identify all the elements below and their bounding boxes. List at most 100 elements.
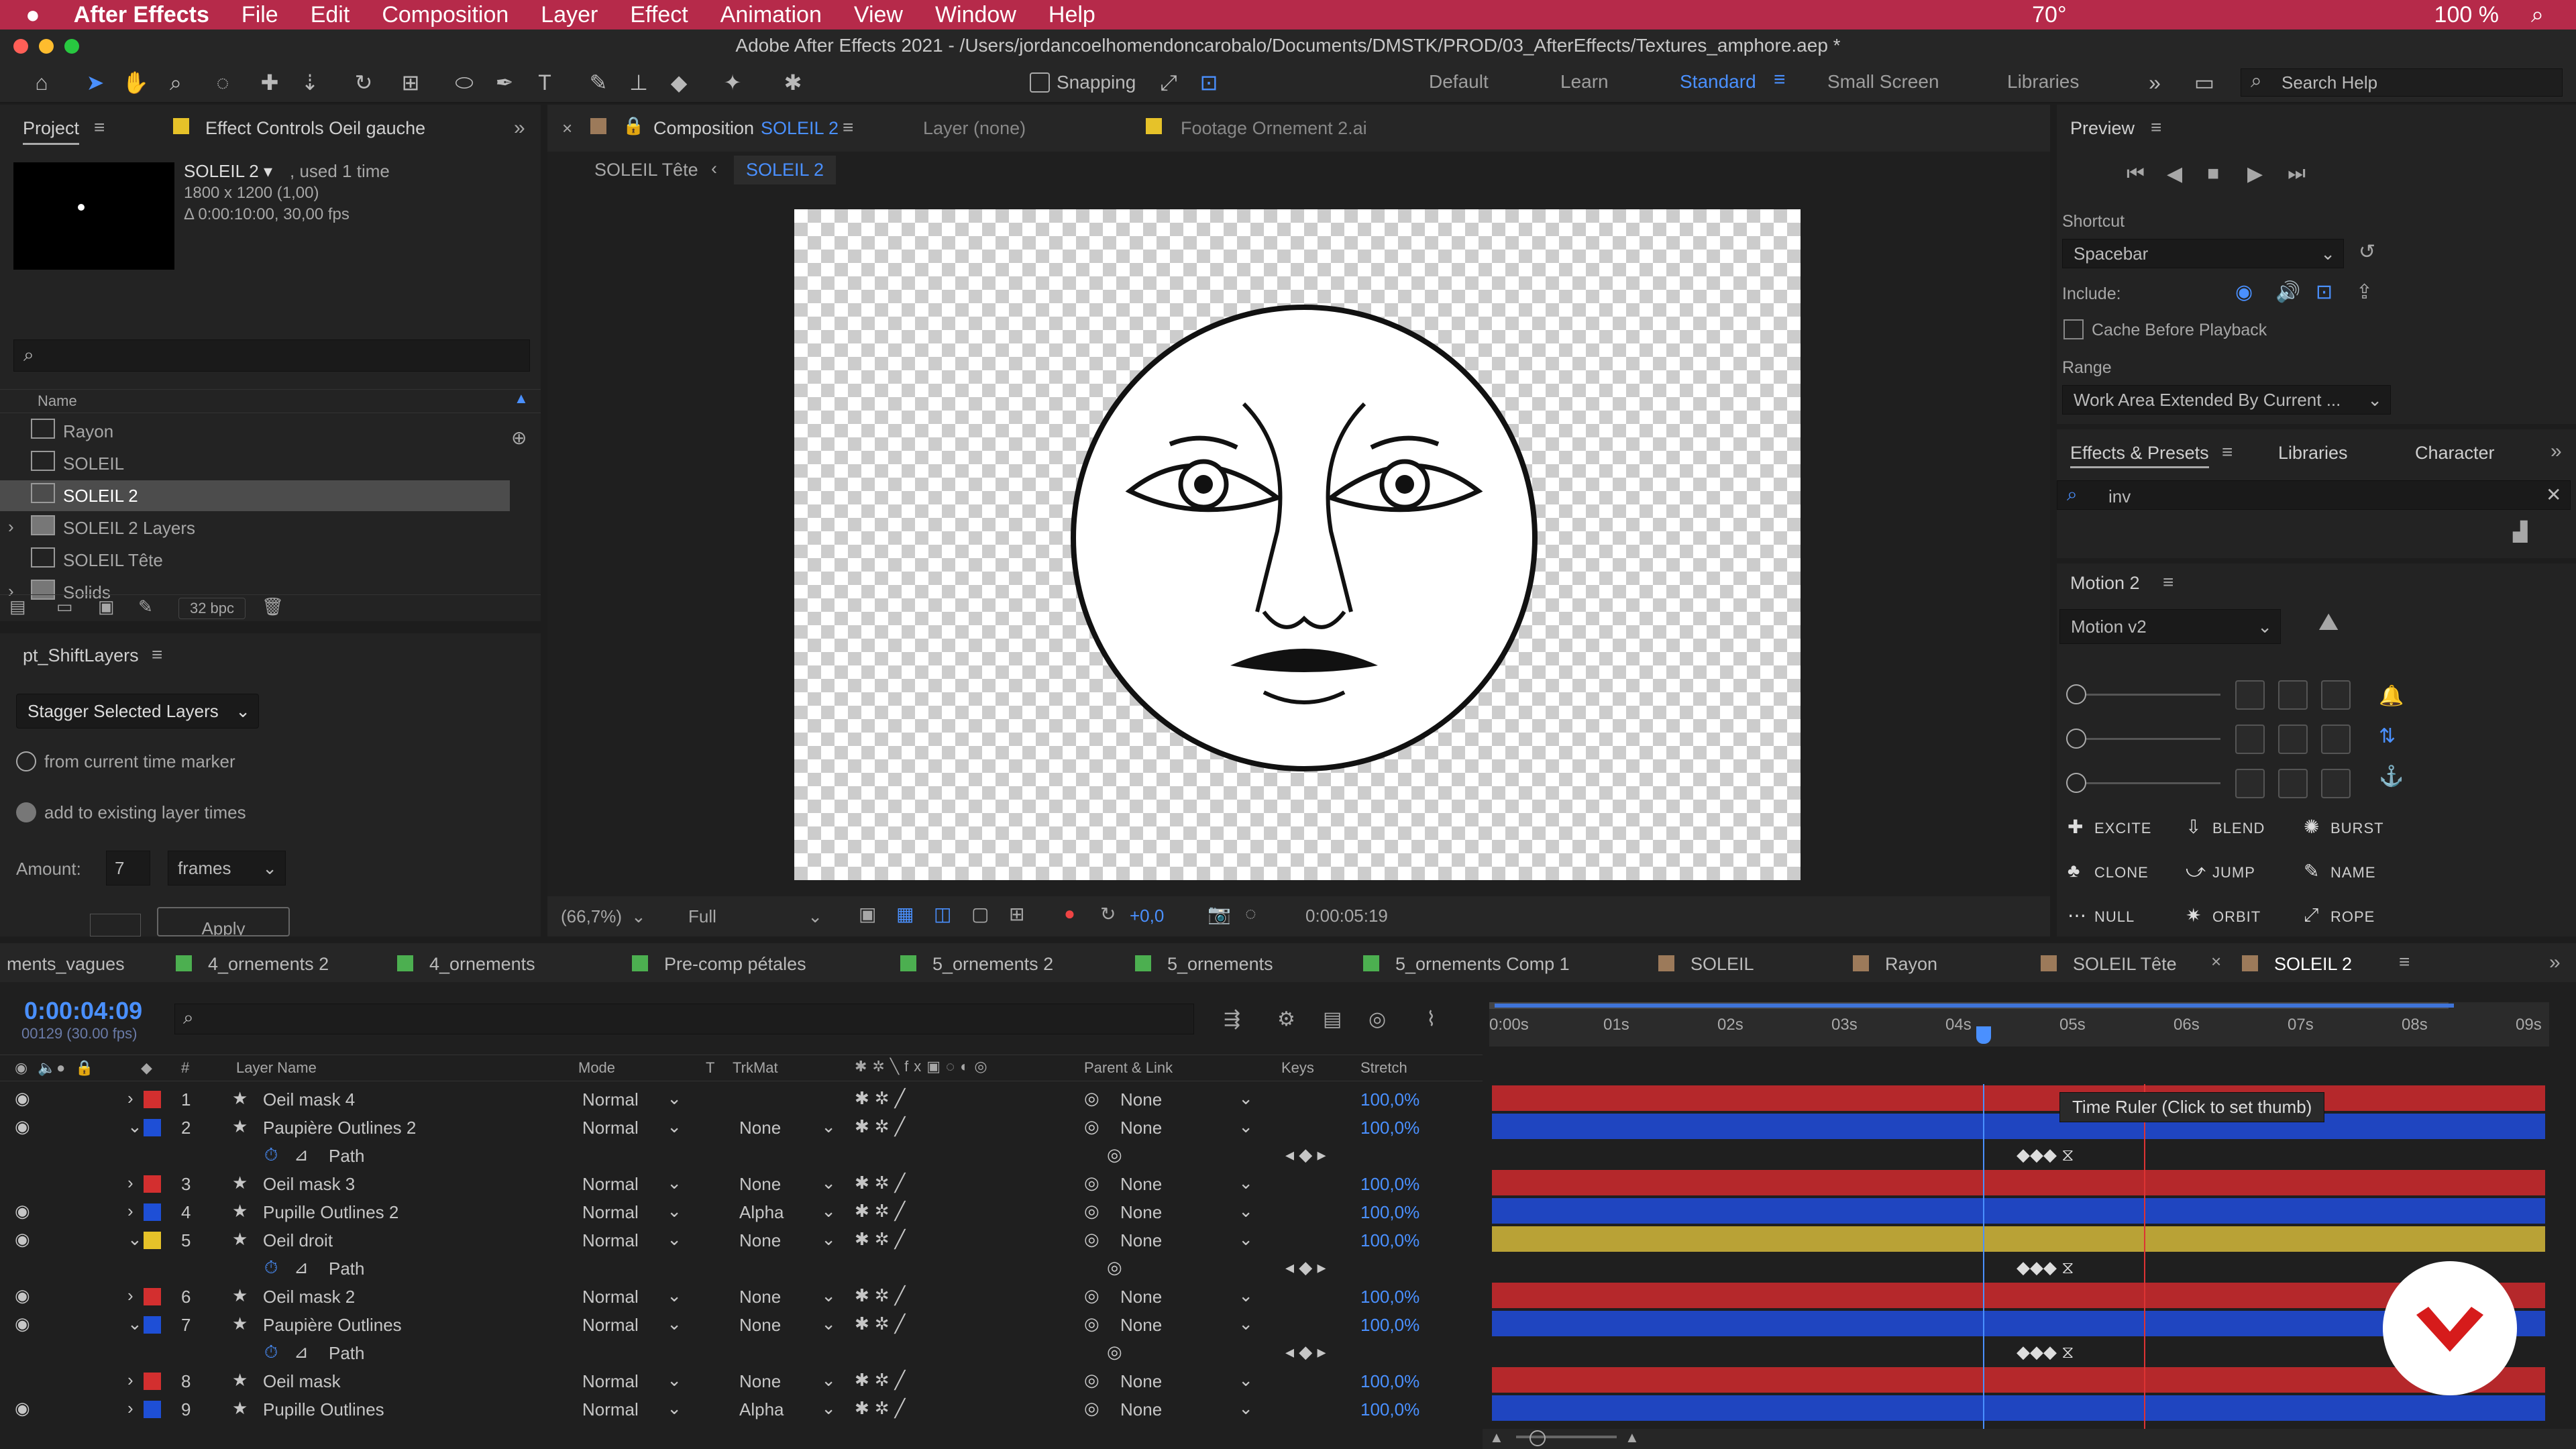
tab-5_ornements-2[interactable]: 5_ornements 2	[932, 954, 1053, 975]
burst-button[interactable]: BURST	[2330, 820, 2384, 837]
trash-icon[interactable]: 🗑	[262, 596, 284, 617]
blend-mode-select[interactable]: Normal ⌄	[578, 1312, 686, 1335]
switches-icons[interactable]: ✱✲╱	[855, 1201, 910, 1222]
video-icon[interactable]: ◉	[2235, 280, 2253, 304]
swap-icon[interactable]: ⇅	[2379, 724, 2396, 748]
tab-layer[interactable]: Layer (none)	[923, 118, 1026, 139]
project-item[interactable]: SOLEIL	[0, 448, 510, 479]
next-frame-icon[interactable]: ▶	[2247, 162, 2263, 186]
camera-icon[interactable]: 📷	[1208, 903, 1231, 925]
adjust-icon[interactable]: ✎	[138, 596, 153, 617]
workspace-standard[interactable]: Standard	[1680, 71, 1756, 93]
label-icon[interactable]: ◆	[141, 1059, 152, 1077]
trkmat-select[interactable]: Alpha ⌄	[733, 1397, 840, 1419]
grid-icon[interactable]: ⊞	[1009, 903, 1024, 925]
tab-soleil-tête[interactable]: SOLEIL Tête	[2073, 954, 2177, 975]
switches-icons[interactable]: ✱✲╱	[855, 1173, 910, 1193]
keyframe-nav[interactable]: ◂ ◆ ▸	[1285, 1144, 1326, 1165]
eye-icon[interactable]: ◉	[15, 1229, 30, 1250]
radio-existing-times[interactable]	[16, 802, 36, 822]
parent-select[interactable]: None ⌄	[1116, 1312, 1257, 1335]
show-snapshot-icon[interactable]: ◌	[1245, 903, 1256, 924]
comp-timecode[interactable]: 0:00:05:19	[1305, 906, 1388, 926]
chevron-right-icon[interactable]: »	[2140, 68, 2169, 97]
dolly-tool-icon[interactable]: ⇣	[295, 68, 325, 97]
parent-select[interactable]: None ⌄	[1116, 1368, 1257, 1391]
stretch-value[interactable]: 100,0%	[1360, 1089, 1419, 1110]
blend-mode-select[interactable]: Normal ⌄	[578, 1087, 686, 1110]
motion-slider-knob[interactable]	[2066, 729, 2086, 749]
new-folder-icon[interactable]: ▭	[56, 596, 73, 617]
blend-mode-select[interactable]: Normal ⌄	[578, 1228, 686, 1250]
chevron-right-icon[interactable]: »	[2551, 440, 2562, 463]
keyframe-markers[interactable]: ◆◆◆ ⧖	[2017, 1257, 2074, 1279]
layer-duration-bar[interactable]	[1492, 1114, 2545, 1139]
trkmat-select[interactable]: None ⌄	[733, 1115, 840, 1138]
pick-whip-icon[interactable]: ◎	[1084, 1370, 1099, 1391]
close-tab-icon[interactable]: ×	[562, 118, 572, 139]
chevron-right-icon[interactable]: ›	[127, 1173, 133, 1193]
lock-icon[interactable]: 🔒	[623, 115, 644, 136]
zoom-window-button[interactable]	[64, 39, 79, 54]
reset-icon[interactable]: ↺	[2359, 240, 2375, 264]
layer-name[interactable]: Oeil mask 4	[263, 1089, 355, 1110]
menu-view[interactable]: View	[854, 2, 903, 28]
layer-name[interactable]: Oeil droit	[263, 1230, 333, 1251]
tab-soleil[interactable]: SOLEIL	[1690, 954, 1754, 975]
lock-icon[interactable]: 🔒	[75, 1059, 93, 1077]
snap-box-icon[interactable]: ⊡	[1194, 68, 1224, 97]
graph-icon[interactable]: ⛰	[2318, 608, 2339, 637]
tab-libraries[interactable]: Libraries	[2278, 443, 2348, 464]
jump-button[interactable]: JUMP	[2212, 864, 2255, 881]
layer-name[interactable]: Oeil mask 3	[263, 1174, 355, 1195]
switches-icons[interactable]: ✱✲╱	[855, 1370, 910, 1391]
eye-icon[interactable]: ◉	[15, 1116, 30, 1137]
chevron-right-icon[interactable]: ›	[127, 1201, 133, 1222]
type-tool-icon[interactable]: T	[530, 68, 559, 97]
layer-row[interactable]: › 8 ★ Oeil mask Normal ⌄ None ⌄ ✱✲╱ ◎ None ⌄ 100,0%	[0, 1366, 2576, 1394]
parent-select[interactable]: None ⌄	[1116, 1284, 1257, 1307]
tab-character[interactable]: Character	[2415, 443, 2495, 464]
trkmat-select[interactable]: None ⌄	[733, 1368, 840, 1391]
chevron-down-icon[interactable]: ⌄	[127, 1229, 142, 1250]
layer-duration-bar[interactable]	[1492, 1170, 2545, 1195]
selection-tool-icon[interactable]: ➤	[80, 68, 110, 97]
stretch-value[interactable]: 100,0%	[1360, 1371, 1419, 1392]
eye-icon[interactable]: ◉	[15, 1313, 30, 1334]
anchor-grid-button[interactable]	[2278, 724, 2308, 754]
layer-name[interactable]: Oeil mask	[263, 1371, 341, 1392]
layer-duration-bar[interactable]	[1492, 1226, 2545, 1252]
chevron-right-icon[interactable]: ›	[127, 1398, 133, 1419]
shortcut-select[interactable]: Spacebar ⌄	[2062, 239, 2344, 268]
switches-icons[interactable]: ✱✲╱	[855, 1229, 910, 1250]
new-comp-icon[interactable]: ▣	[98, 596, 115, 617]
keyframe-nav[interactable]: ◂ ◆ ▸	[1285, 1257, 1326, 1278]
layer-name[interactable]: Oeil mask 2	[263, 1287, 355, 1307]
pick-whip-icon[interactable]: ◎	[1084, 1088, 1099, 1109]
tab-5_ornements-comp-1[interactable]: 5_ornements Comp 1	[1395, 954, 1570, 975]
menu-composition[interactable]: Composition	[382, 2, 508, 28]
flowchart-icon[interactable]: ⊕	[511, 427, 527, 449]
layer-row[interactable]: › 3 ★ Oeil mask 3 Normal ⌄ None ⌄ ✱✲╱ ◎ None ⌄ 100,0…	[0, 1169, 2576, 1197]
chevron-right-icon[interactable]: ›	[127, 1285, 133, 1306]
up-button[interactable]	[90, 914, 141, 936]
range-select[interactable]: Work Area Extended By Current ... ⌄	[2062, 385, 2391, 415]
excite-button[interactable]: EXCITE	[2094, 820, 2151, 837]
new-preset-icon[interactable]: ▟	[2513, 521, 2528, 543]
tab-effects-presets[interactable]: Effects & Presets	[2070, 443, 2209, 468]
col-layer-name[interactable]: Layer Name	[236, 1059, 317, 1077]
eye-icon[interactable]: ◉	[15, 1201, 30, 1222]
first-frame-icon[interactable]: ⏮	[2127, 162, 2145, 185]
stretch-value[interactable]: 100,0%	[1360, 1118, 1419, 1138]
pick-whip-icon[interactable]: ◎	[1084, 1173, 1099, 1193]
layer-row[interactable]: ◉ ⌄ 5 ★ Oeil droit Normal ⌄ None ⌄ ✱✲╱ ◎ None ⌄ 100,0…	[0, 1225, 2576, 1253]
pick-whip-icon[interactable]: ◎	[1107, 1257, 1122, 1278]
menu-edit[interactable]: Edit	[311, 2, 350, 28]
workspace-small-screen[interactable]: Small Screen	[1827, 71, 1939, 93]
blend-mode-select[interactable]: Normal ⌄	[578, 1284, 686, 1307]
menu-icon[interactable]: ≡	[843, 117, 853, 138]
tab-pre-comp-pétales[interactable]: Pre-comp pétales	[664, 954, 806, 975]
reset-exposure-icon[interactable]: ↻	[1100, 903, 1116, 925]
anchor-grid-button[interactable]	[2321, 680, 2351, 710]
menu-icon[interactable]: ≡	[2163, 572, 2174, 593]
